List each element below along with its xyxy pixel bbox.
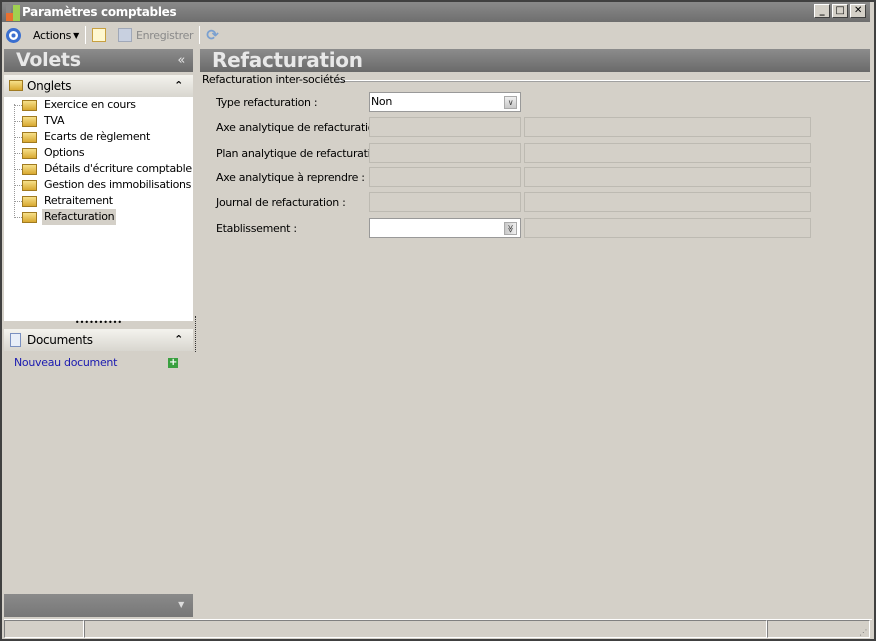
tree-item[interactable]: Gestion des immobilisations bbox=[22, 177, 193, 193]
tree-item[interactable]: TVA bbox=[22, 113, 66, 129]
tree-item[interactable]: Ecarts de règlement bbox=[22, 129, 152, 145]
tree-line bbox=[14, 105, 22, 106]
title-bar: Paramètres comptables _ □ ✕ bbox=[2, 2, 870, 22]
tree-item[interactable]: Exercice en cours bbox=[22, 97, 138, 113]
status-cell bbox=[84, 620, 767, 638]
vertical-splitter[interactable] bbox=[195, 316, 197, 352]
folder-icon bbox=[22, 195, 37, 207]
tree-item-label: Gestion des immobilisations bbox=[44, 178, 192, 191]
field-description bbox=[524, 167, 811, 187]
panes-header: Volets « bbox=[4, 49, 193, 72]
collapse-chevron-icon[interactable]: ⌃ bbox=[174, 75, 183, 97]
actions-menu[interactable]: Actions ▼ bbox=[25, 25, 83, 45]
save-label: Enregistrer bbox=[135, 28, 194, 42]
field-label: Journal de refacturation : bbox=[216, 196, 346, 209]
new-document-icon bbox=[91, 28, 106, 42]
field-input[interactable] bbox=[369, 192, 521, 212]
resize-grip-icon[interactable]: ⋰ bbox=[859, 628, 867, 637]
folder-icon bbox=[9, 80, 23, 91]
tree-line bbox=[14, 185, 22, 186]
field-label: Axe analytique de refacturation : bbox=[216, 121, 388, 134]
document-icon bbox=[10, 333, 21, 347]
tree-line bbox=[14, 169, 22, 170]
field-input[interactable] bbox=[369, 143, 521, 163]
tree-item[interactable]: Options bbox=[22, 145, 86, 161]
dropdown-arrow-icon: ▼ bbox=[73, 30, 79, 40]
panes-title: Volets bbox=[16, 49, 81, 71]
field-description bbox=[524, 117, 811, 137]
tabs-section-title: Onglets bbox=[27, 79, 72, 93]
folder-icon bbox=[22, 211, 37, 223]
documents-section-header[interactable]: Documents ⌃ bbox=[4, 329, 193, 351]
tree-line bbox=[14, 201, 22, 202]
field-description bbox=[524, 143, 811, 163]
tree-item-label: Options bbox=[44, 146, 85, 159]
save-button[interactable]: Enregistrer bbox=[114, 25, 197, 45]
tree-item-label: Exercice en cours bbox=[44, 98, 136, 111]
minimize-button[interactable]: _ bbox=[814, 4, 830, 18]
folder-icon bbox=[22, 131, 37, 143]
home-circle-icon bbox=[6, 27, 21, 43]
folder-icon bbox=[22, 147, 37, 159]
chevron-down-icon[interactable]: ∨ bbox=[504, 96, 517, 109]
status-bar: ⋰ bbox=[4, 619, 872, 638]
tree-item[interactable]: Détails d'écriture comptable bbox=[22, 161, 194, 177]
tree-line bbox=[14, 153, 22, 154]
tree-item[interactable]: Refacturation bbox=[22, 209, 117, 225]
refresh-button[interactable]: ⟳ bbox=[202, 25, 222, 45]
group-line bbox=[336, 80, 870, 82]
add-icon[interactable]: + bbox=[168, 358, 178, 368]
toolbar-separator bbox=[84, 26, 86, 44]
collapse-chevron-icon[interactable]: ⌃ bbox=[174, 329, 183, 351]
section-header: Refacturation bbox=[200, 49, 870, 72]
field-label: Type refacturation : bbox=[216, 96, 318, 109]
actions-label: Actions bbox=[33, 28, 72, 42]
save-icon bbox=[117, 28, 132, 42]
maximize-button[interactable]: □ bbox=[832, 4, 848, 18]
bottom-pane-bar[interactable]: ▼ bbox=[4, 594, 193, 617]
status-cell: ⋰ bbox=[767, 620, 870, 638]
toolbar: Actions ▼ Enregistrer ⟳ bbox=[2, 24, 870, 46]
chevron-down-icon[interactable]: ▼ bbox=[178, 600, 184, 609]
collapse-panes-button[interactable]: « bbox=[177, 49, 185, 72]
field-label: Plan analytique de refacturation bbox=[216, 147, 384, 160]
tree-line bbox=[14, 137, 22, 138]
tree-line bbox=[14, 217, 22, 218]
tabs-section-header[interactable]: Onglets ⌃ bbox=[4, 75, 193, 97]
tree-item-label: Détails d'écriture comptable bbox=[44, 162, 192, 175]
home-button[interactable] bbox=[2, 25, 25, 45]
field-label: Axe analytique à reprendre : bbox=[216, 171, 365, 184]
field-description bbox=[524, 218, 811, 238]
etablissement-select[interactable]: ≫ bbox=[369, 218, 521, 238]
toolbar-separator bbox=[199, 26, 201, 44]
new-document-link[interactable]: Nouveau document bbox=[14, 356, 117, 369]
field-description bbox=[524, 192, 811, 212]
pane-splitter[interactable]: •••••••••• bbox=[4, 319, 193, 328]
tree-item-label: Retraitement bbox=[44, 194, 113, 207]
group-title: Refacturation inter-sociétés bbox=[202, 73, 346, 86]
new-button[interactable] bbox=[88, 25, 114, 45]
tree-line bbox=[14, 121, 22, 122]
field-input[interactable] bbox=[369, 167, 521, 187]
double-chevron-down-icon[interactable]: ≫ bbox=[504, 222, 517, 235]
tree-item-label: TVA bbox=[44, 114, 65, 127]
status-cell bbox=[4, 620, 84, 638]
tree-item-label: Refacturation bbox=[42, 209, 117, 225]
folder-icon bbox=[22, 115, 37, 127]
field-input[interactable] bbox=[369, 117, 521, 137]
tree-item-label: Ecarts de règlement bbox=[44, 130, 150, 143]
window-title: Paramètres comptables bbox=[22, 5, 177, 19]
folder-icon bbox=[22, 99, 37, 111]
close-button[interactable]: ✕ bbox=[850, 4, 866, 18]
field-value: Non bbox=[371, 95, 393, 108]
folder-icon bbox=[22, 163, 37, 175]
documents-section-title: Documents bbox=[27, 333, 93, 347]
type-refacturation-select[interactable]: Non ∨ bbox=[369, 92, 521, 112]
folder-icon bbox=[22, 179, 37, 191]
app-logo-icon bbox=[6, 5, 20, 21]
tree-item[interactable]: Retraitement bbox=[22, 193, 115, 209]
section-title: Refacturation bbox=[212, 48, 363, 72]
field-label: Etablissement : bbox=[216, 222, 297, 235]
refresh-icon: ⟳ bbox=[206, 26, 219, 44]
